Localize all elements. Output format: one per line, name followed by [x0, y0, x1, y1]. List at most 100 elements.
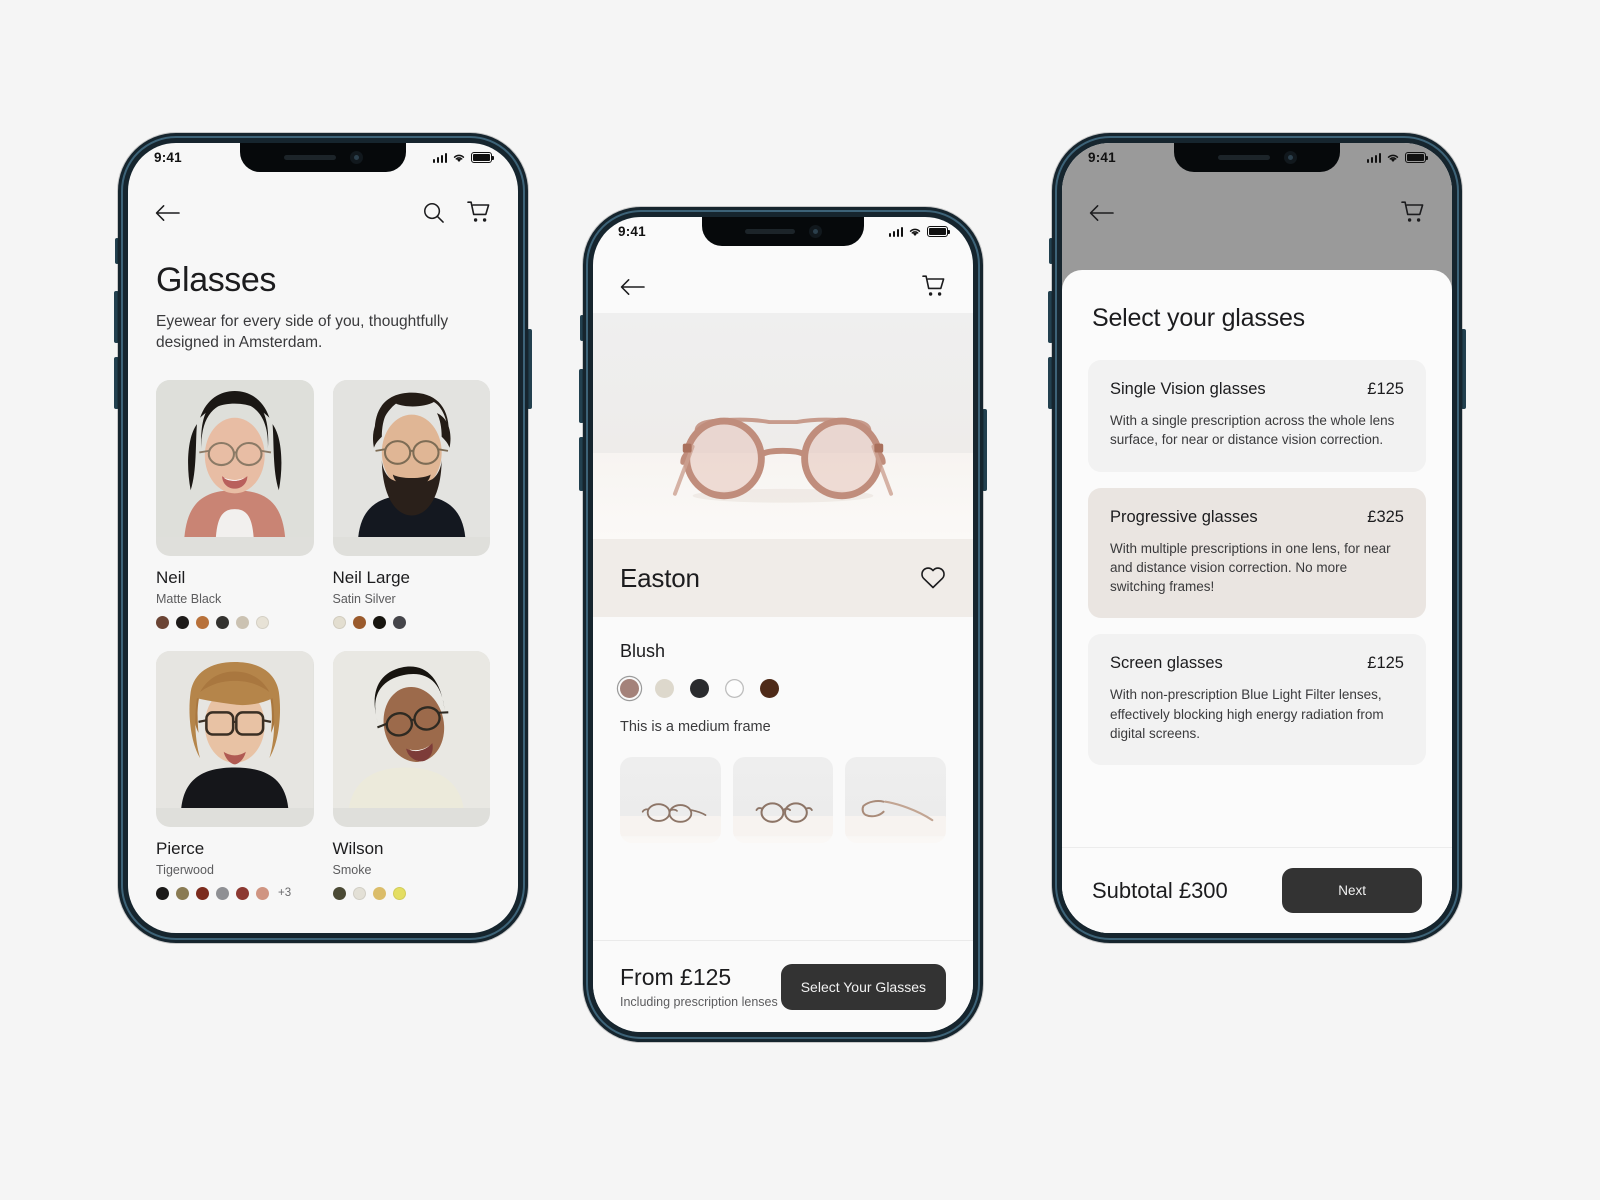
color-swatch[interactable]: [216, 615, 229, 629]
cellular-bars-icon: [888, 227, 903, 237]
lens-option-name: Progressive glasses: [1110, 507, 1258, 526]
bearded-man-with-round-glasses-illustration: [332, 379, 490, 538]
status-time: 9:41: [154, 150, 182, 165]
cellular-bars-icon: [432, 153, 447, 163]
lens-option-card[interactable]: Single Vision glasses £125 With a single p…: [1088, 360, 1426, 472]
product-swatches: [156, 615, 314, 629]
shopping-cart-icon[interactable]: [1401, 201, 1425, 224]
color-swatch-black[interactable]: [690, 679, 709, 698]
product-card[interactable]: Pierce Tigerwood +3: [156, 650, 314, 900]
product-photo[interactable]: [332, 379, 490, 556]
color-swatch[interactable]: [352, 886, 366, 900]
lens-option-list: Single Vision glasses £125 With a single p…: [1062, 333, 1452, 766]
product-card[interactable]: Wilson Smoke: [332, 650, 491, 900]
next-button[interactable]: Next: [1282, 868, 1422, 913]
color-swatch[interactable]: [156, 886, 169, 900]
back-arrow-icon[interactable]: [620, 278, 645, 296]
phone-2-screen: 9:41 Easton Blush This is a medium frame…: [593, 217, 973, 1032]
product-swatches: +3: [156, 886, 314, 900]
thumbnail-item[interactable]: [845, 757, 947, 843]
page-title: Glasses: [156, 261, 277, 299]
product-title: Easton: [620, 562, 700, 593]
glasses-three-quarter-view-icon: [620, 803, 721, 837]
product-hero-image[interactable]: [593, 313, 973, 539]
woman-with-bob-and-square-glasses-illustration: [156, 650, 314, 809]
price-block: From £125 Including prescription lenses: [620, 964, 778, 1009]
product-photo[interactable]: [156, 650, 314, 827]
phone-1-notch: [240, 143, 406, 172]
back-arrow-icon[interactable]: [155, 204, 180, 222]
thumbnail-strip: [620, 757, 947, 843]
more-colors-count: +3: [278, 887, 292, 900]
product-name: Neil Large: [332, 567, 411, 587]
lens-option-name: Single Vision glasses: [1110, 380, 1266, 398]
product-name: Wilson: [332, 838, 384, 858]
lens-option-card[interactable]: Screen glasses £125 With non-prescription …: [1088, 634, 1426, 766]
product-swatches: [332, 886, 491, 900]
product-card[interactable]: Neil Large Satin Silver: [332, 379, 491, 629]
product-photo[interactable]: [156, 379, 314, 556]
product-card[interactable]: Neil Matte Black: [156, 379, 314, 629]
color-swatch[interactable]: [216, 886, 229, 900]
status-icons: [1366, 152, 1426, 163]
product-photo[interactable]: [332, 650, 490, 827]
status-icons: [888, 226, 948, 237]
lens-option-name: Screen glasses: [1110, 654, 1223, 673]
product-variant: Matte Black: [156, 591, 222, 606]
color-swatch[interactable]: [392, 615, 406, 629]
front-camera-icon: [349, 151, 363, 164]
heart-outline-icon[interactable]: [920, 566, 946, 590]
product-name: Pierce: [156, 838, 205, 858]
color-swatch[interactable]: [332, 615, 346, 629]
lens-option-card[interactable]: Progressive glasses £325 With multiple pre…: [1088, 487, 1426, 619]
product-purchase-bar: From £125 Including prescription lenses …: [593, 940, 973, 1032]
product-variant: Tigerwood: [156, 862, 214, 877]
lens-option-price: £125: [1367, 380, 1404, 398]
color-swatch[interactable]: [236, 615, 249, 629]
color-swatch[interactable]: [332, 886, 346, 900]
color-swatch[interactable]: [176, 615, 189, 629]
phone-1-nav-actions: [422, 201, 491, 224]
color-swatch[interactable]: [156, 615, 169, 629]
thumbnail-item[interactable]: [620, 757, 721, 843]
cellular-bars-icon: [1366, 153, 1381, 163]
color-swatch[interactable]: [352, 615, 366, 629]
color-swatch[interactable]: [196, 886, 209, 900]
subtotal-label: Subtotal £300: [1092, 877, 1228, 903]
product-title-bar: Easton: [593, 539, 973, 617]
wifi-icon: [908, 226, 922, 237]
color-swatch[interactable]: [196, 615, 209, 629]
price-note: Including prescription lenses: [620, 995, 778, 1009]
shopping-cart-icon[interactable]: [922, 275, 946, 298]
color-swatch[interactable]: [256, 615, 269, 629]
color-swatch[interactable]: [256, 886, 269, 900]
color-swatch[interactable]: [392, 886, 406, 900]
wifi-icon: [1386, 152, 1400, 163]
lens-option-header: Progressive glasses £325: [1110, 508, 1404, 527]
battery-full-icon: [1405, 152, 1426, 163]
color-swatch[interactable]: [372, 615, 386, 629]
sheet-bottom-bar: Subtotal £300 Next: [1062, 847, 1452, 933]
wifi-icon: [452, 152, 466, 163]
thumbnail-item[interactable]: [732, 757, 834, 843]
color-swatch-blush[interactable]: [620, 679, 639, 698]
selected-color-name: Blush: [620, 641, 666, 661]
earpiece-speaker: [1217, 155, 1270, 160]
color-swatch-sand[interactable]: [655, 679, 674, 698]
select-your-glasses-button[interactable]: Select Your Glasses: [780, 963, 946, 1010]
color-swatch-row: [620, 679, 946, 698]
color-swatch[interactable]: [176, 886, 189, 900]
product-swatches: [332, 615, 491, 629]
search-icon[interactable]: [422, 201, 445, 224]
shopping-cart-icon[interactable]: [467, 201, 491, 224]
color-swatch[interactable]: [236, 886, 249, 900]
phone-2-product-detail: 9:41 Easton Blush This is a medium frame…: [579, 207, 987, 1042]
sheet-title: Select your glasses: [1092, 304, 1305, 332]
color-swatch[interactable]: [372, 886, 386, 900]
phone-2-nav-bar: [593, 275, 973, 298]
price-label: From £125: [620, 964, 732, 990]
phone-3-screen: 9:41 Select your glasses Single Vision g…: [1062, 143, 1452, 933]
color-swatch-crystal[interactable]: [725, 679, 744, 698]
back-arrow-icon[interactable]: [1089, 204, 1114, 222]
color-swatch-dark-brown[interactable]: [760, 679, 779, 698]
